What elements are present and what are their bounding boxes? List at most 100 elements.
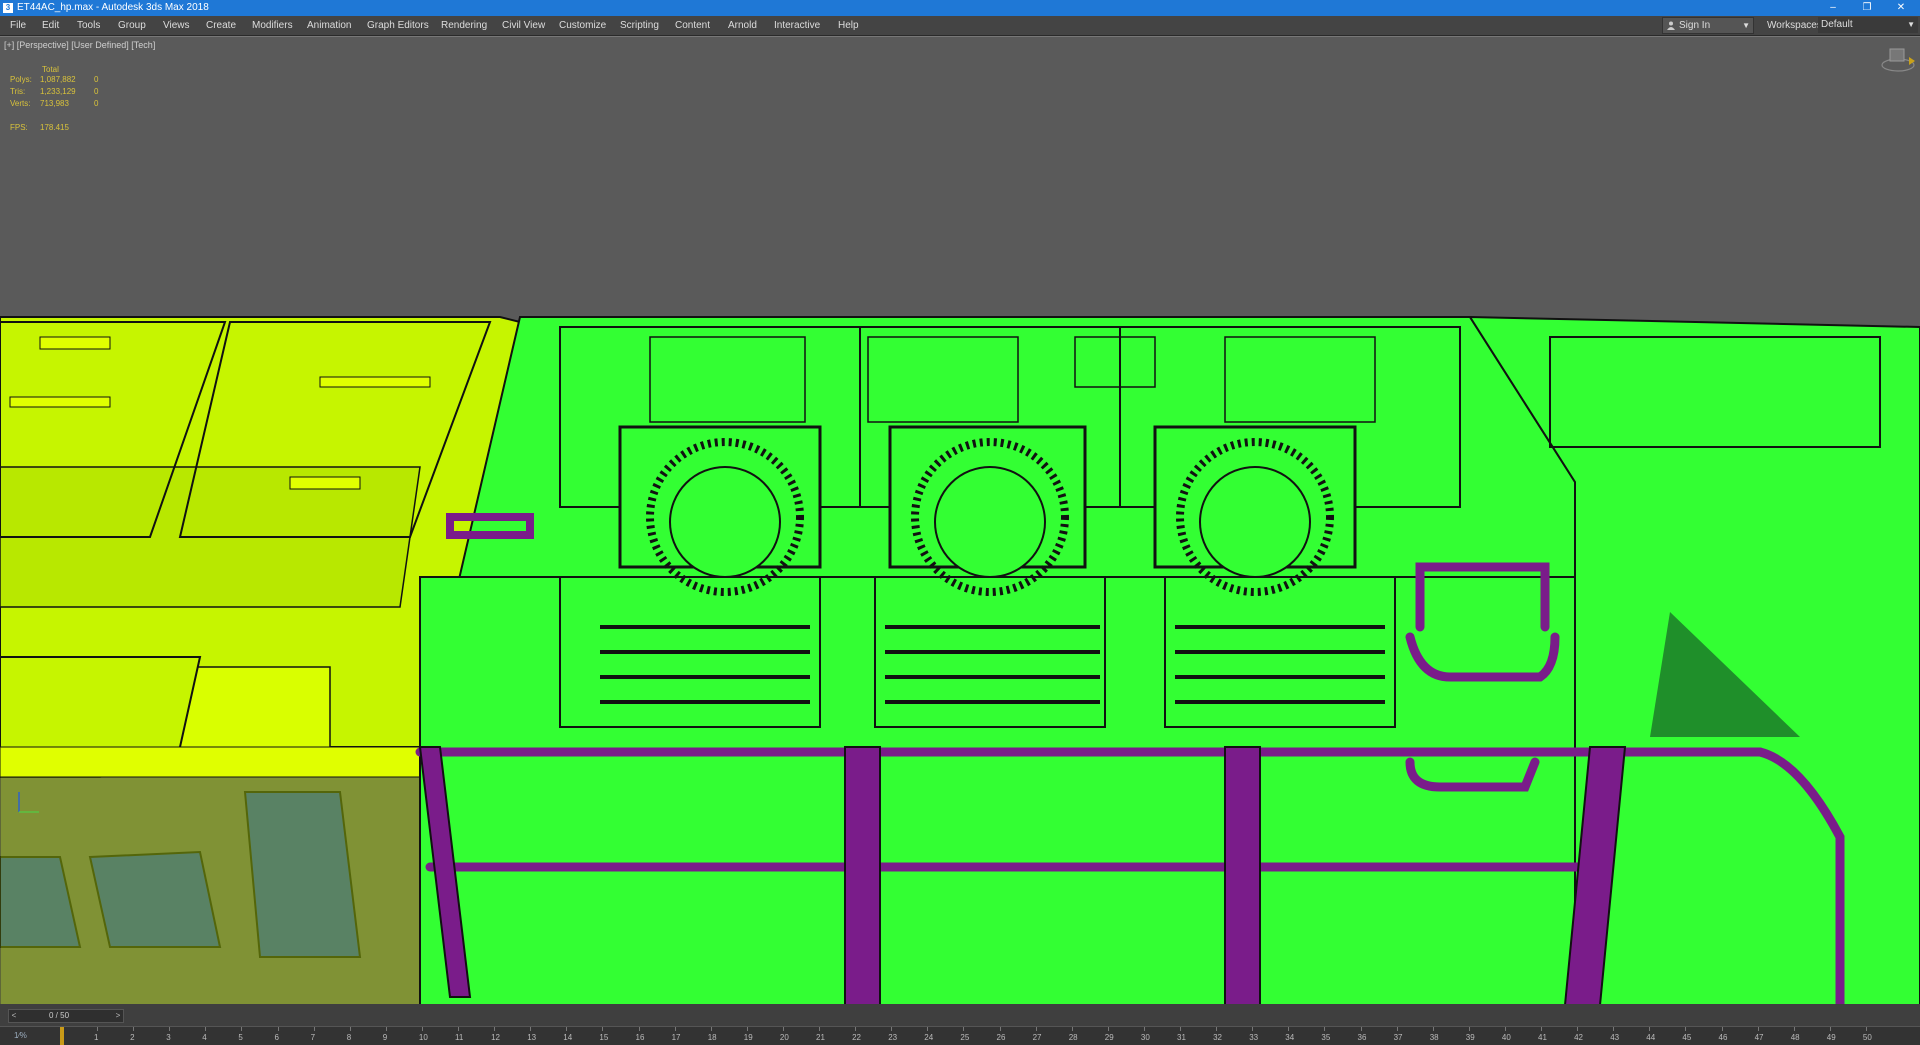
- timeline-tick-label: 20: [779, 1033, 789, 1042]
- verts-total: 713,983: [40, 99, 69, 108]
- timeline-track[interactable]: 1⁄% 1 2 3 4 5 6 7 8 9 10 11 12 13 14 15 16 17 18 19 20 21 22 2…: [0, 1026, 1920, 1045]
- menu-modifiers[interactable]: Modifiers: [252, 16, 293, 35]
- timeline-tick: [1143, 1027, 1145, 1031]
- timeline-tick: [1504, 1027, 1506, 1031]
- timeline-tick: [313, 1027, 315, 1031]
- viewport-label[interactable]: [+] [Perspective] [User Defined] [Tech]: [4, 40, 155, 50]
- time-slider[interactable]: < 0 / 50 >: [8, 1009, 124, 1023]
- timeline-tick: [1216, 1027, 1218, 1031]
- timeline-tick-label: 8: [346, 1033, 352, 1042]
- menu-interactive[interactable]: Interactive: [774, 16, 820, 35]
- key-mode-label[interactable]: 1⁄%: [14, 1031, 27, 1040]
- restore-button[interactable]: ❐: [1850, 0, 1884, 16]
- timeline-tick-label: 10: [418, 1033, 428, 1042]
- tris-total: 1,233,129: [40, 87, 76, 96]
- timeline-tick-label: 15: [599, 1033, 609, 1042]
- close-button[interactable]: ✕: [1884, 0, 1918, 16]
- app-icon[interactable]: 3: [3, 3, 13, 13]
- fps-value: 178.415: [40, 123, 69, 132]
- menu-file[interactable]: File: [10, 16, 26, 35]
- timeline-tick-label: 23: [888, 1033, 898, 1042]
- timeline-tick: [999, 1027, 1001, 1031]
- prev-frame-button[interactable]: <: [9, 1010, 19, 1022]
- polys-selected: 0: [94, 75, 99, 84]
- menu-group[interactable]: Group: [118, 16, 146, 35]
- next-frame-button[interactable]: >: [113, 1010, 123, 1022]
- timeline-tick-label: 3: [166, 1033, 171, 1042]
- menu-arnold[interactable]: Arnold: [728, 16, 757, 35]
- timeline-tick-label: 4: [202, 1033, 207, 1042]
- timeline-bar: < 0 / 50 > 1⁄% 1 2 3 4 5 6 7 8 9 10 11 12 13 14 15 16 17…: [0, 1004, 1920, 1045]
- timeline-tick-label: 35: [1321, 1033, 1331, 1042]
- timeline-tick-label: 38: [1429, 1033, 1439, 1042]
- sign-in-dropdown[interactable]: Sign In ▼: [1662, 17, 1754, 34]
- timeline-tick-label: 40: [1501, 1033, 1511, 1042]
- minimize-button[interactable]: –: [1816, 0, 1850, 16]
- menu-scripting[interactable]: Scripting: [620, 16, 659, 35]
- sign-in-label: Sign In: [1679, 20, 1711, 31]
- timeline-tick: [1107, 1027, 1109, 1031]
- timeline-tick-label: 32: [1213, 1033, 1222, 1042]
- stats-polys: Polys: 1,087,882 0: [10, 75, 120, 87]
- timeline-tick-label: 18: [707, 1033, 717, 1042]
- timeline-tick: [819, 1027, 820, 1031]
- polys-total: 1,087,882: [40, 75, 76, 84]
- timeline-tick-label: 41: [1538, 1033, 1547, 1042]
- timeline-tick: [1360, 1027, 1362, 1031]
- timeline-tick-label: 47: [1754, 1033, 1764, 1042]
- timeline-tick: [1793, 1027, 1795, 1031]
- title-bar: 3 ET44AC_hp.max - Autodesk 3ds Max 2018 …: [0, 0, 1920, 16]
- timeline-tick-label: 25: [960, 1033, 970, 1042]
- timeline-tick: [1577, 1027, 1579, 1031]
- menu-civil-view[interactable]: Civil View: [502, 16, 545, 35]
- timeline-tick-label: 28: [1068, 1033, 1078, 1042]
- timeline-tick-label: 49: [1826, 1033, 1836, 1042]
- viewcube-icon[interactable]: [1880, 45, 1916, 73]
- timeline-tick-label: 22: [852, 1033, 861, 1042]
- timeline-tick-label: 5: [238, 1033, 243, 1042]
- timeline-tick-label: 21: [816, 1033, 825, 1042]
- timeline-tick-label: 29: [1104, 1033, 1114, 1042]
- workspaces-select[interactable]: Default ▼: [1818, 17, 1918, 33]
- timeline-tick-label: 37: [1393, 1033, 1403, 1042]
- timeline-tick: [891, 1027, 893, 1031]
- chevron-down-icon: ▼: [1907, 20, 1915, 29]
- menu-edit[interactable]: Edit: [42, 16, 59, 35]
- timeline-tick-label: 19: [743, 1033, 753, 1042]
- timeline-tick: [674, 1027, 676, 1031]
- menu-views[interactable]: Views: [163, 16, 190, 35]
- stats-fps: FPS: 178.415: [10, 123, 120, 135]
- timeline-tick-label: 7: [310, 1033, 316, 1042]
- menu-rendering[interactable]: Rendering: [441, 16, 487, 35]
- timeline-tick: [1324, 1027, 1326, 1031]
- menu-animation[interactable]: Animation: [307, 16, 351, 35]
- menu-customize[interactable]: Customize: [559, 16, 606, 35]
- time-cursor[interactable]: [60, 1027, 64, 1045]
- timeline-tick-label: 14: [563, 1033, 573, 1042]
- timeline-tick: [277, 1027, 279, 1031]
- locomotive-model[interactable]: [0, 307, 1920, 1005]
- timeline-tick-label: 16: [635, 1033, 645, 1042]
- timeline-tick: [97, 1027, 98, 1031]
- timeline-tick: [1541, 1027, 1542, 1031]
- menu-help[interactable]: Help: [838, 16, 859, 35]
- menu-graph-editors[interactable]: Graph Editors: [367, 16, 429, 35]
- menu-tools[interactable]: Tools: [77, 16, 100, 35]
- timeline-tick: [530, 1027, 532, 1031]
- tris-label: Tris:: [10, 87, 26, 96]
- timeline-tick: [494, 1027, 496, 1031]
- timeline-tick: [1685, 1027, 1687, 1031]
- timeline-tick: [133, 1027, 135, 1031]
- timeline-tick-label: 26: [996, 1033, 1006, 1042]
- menu-create[interactable]: Create: [206, 16, 236, 35]
- timeline-tick-label: 17: [671, 1033, 681, 1042]
- timeline-tick: [855, 1027, 857, 1031]
- timeline-tick-label: 2: [130, 1033, 135, 1042]
- timeline-tick-label: 1: [94, 1033, 99, 1042]
- timeline-tick: [602, 1027, 604, 1031]
- timeline-tick-label: 36: [1357, 1033, 1367, 1042]
- menu-content[interactable]: Content: [675, 16, 710, 35]
- timeline-tick-label: 43: [1610, 1033, 1620, 1042]
- perspective-viewport[interactable]: [+] [Perspective] [User Defined] [Tech] …: [0, 36, 1920, 1005]
- timeline-tick: [458, 1027, 459, 1031]
